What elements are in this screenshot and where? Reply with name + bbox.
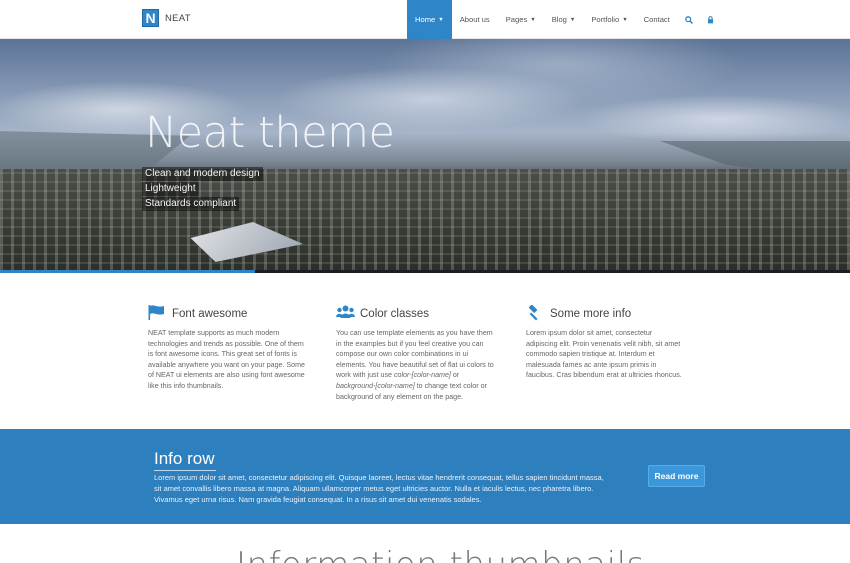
feature-text-part: or	[450, 371, 460, 380]
brand-name: NEAT	[165, 12, 191, 24]
hero-tagline: Clean and modern design	[142, 167, 263, 181]
navbar: N NEAT Home ▼ About us Pages ▼ Blog ▼ Portf…	[0, 0, 850, 39]
info-row-text: Lorem ipsum dolor sit amet, consectetur …	[154, 473, 604, 505]
feature-color-classes: Color classes You can use template eleme…	[336, 305, 496, 402]
nav-item-label: Contact	[643, 15, 670, 24]
nav-item-about-us[interactable]: About us	[452, 0, 498, 39]
feature-title: Color classes	[360, 308, 430, 320]
hero-tagline: Standards compliant	[142, 197, 240, 211]
feature-text-code: background-[color-name]	[336, 381, 415, 390]
read-more-button[interactable]: Read more	[648, 465, 705, 487]
gavel-icon	[526, 304, 546, 324]
hero-tagline: Lightweight	[142, 182, 199, 196]
feature-title: Font awesome	[172, 308, 248, 320]
feature-text-code: color-[color-name]	[393, 371, 451, 380]
hero-image-city	[0, 169, 850, 273]
search-icon[interactable]	[678, 0, 700, 39]
nav-item-label: Portfolio	[591, 15, 620, 24]
nav-item-label: Home	[415, 15, 436, 24]
nav-item-label: Pages	[505, 15, 528, 24]
slider-progress-fill	[0, 270, 255, 273]
section-heading-text: Information thumbnails	[236, 545, 645, 563]
nav-item-label: About us	[459, 15, 490, 24]
caret-down-icon: ▼	[622, 16, 628, 23]
feature-text: NEAT template supports as much modern te…	[148, 329, 305, 390]
main-nav: Home ▼ About us Pages ▼ Blog ▼ Portfolio ▼ C…	[407, 0, 721, 39]
brand[interactable]: N NEAT	[142, 9, 191, 27]
caret-down-icon: ▼	[438, 16, 444, 23]
hero-slider: Neat theme Clean and modern design Light…	[0, 39, 850, 273]
nav-item-blog[interactable]: Blog ▼	[544, 0, 584, 39]
hero-title: Neat theme	[145, 108, 395, 158]
flag-icon	[148, 305, 168, 323]
nav-item-contact[interactable]: Contact	[636, 0, 678, 39]
slider-progress-bar	[0, 270, 850, 273]
lock-icon[interactable]	[700, 0, 721, 39]
info-row-title: Info row	[154, 449, 217, 471]
users-icon	[336, 305, 356, 323]
nav-item-pages[interactable]: Pages ▼	[498, 0, 544, 39]
nav-item-label: Blog	[551, 15, 567, 24]
nav-item-portfolio[interactable]: Portfolio ▼	[583, 0, 635, 39]
feature-title: Some more info	[550, 308, 632, 320]
feature-text: Lorem ipsum dolor sit amet, consectetur …	[526, 329, 682, 380]
caret-down-icon: ▼	[530, 16, 536, 23]
nav-item-home[interactable]: Home ▼	[407, 0, 452, 39]
logo-icon: N	[142, 9, 159, 27]
info-row: Info row Lorem ipsum dolor sit amet, con…	[0, 429, 850, 524]
feature-some-more-info: Some more info Lorem ipsum dolor sit ame…	[526, 304, 686, 381]
feature-text: You can use template elements as you hav…	[336, 328, 494, 402]
feature-font-awesome: Font awesome NEAT template supports as m…	[148, 305, 308, 392]
section-heading: Information thumbnails	[0, 541, 850, 563]
caret-down-icon: ▼	[569, 16, 576, 23]
